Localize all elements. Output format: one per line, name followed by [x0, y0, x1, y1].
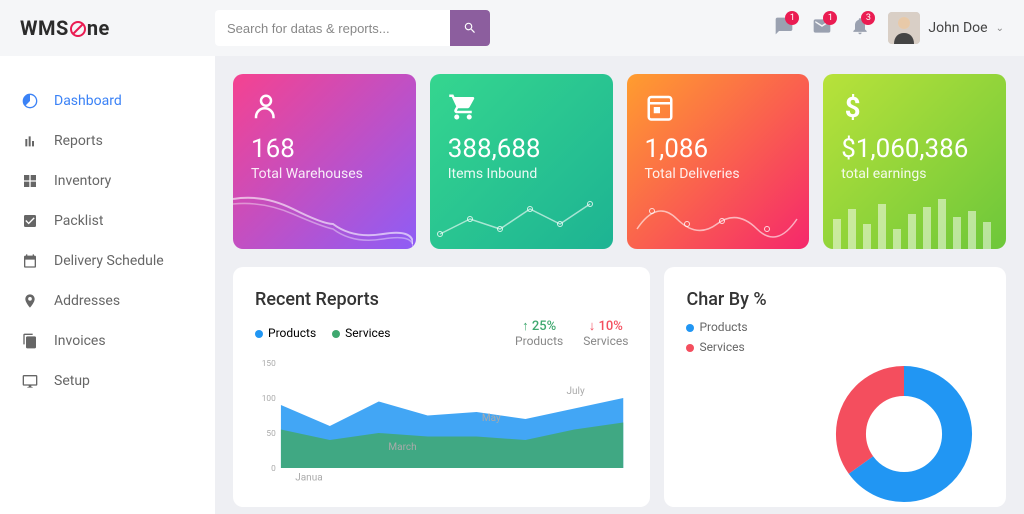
user-menu[interactable]: John Doe ⌄	[888, 12, 1004, 44]
panel-title: Recent Reports	[255, 289, 628, 310]
char-by-panel: Char By % Products Services	[664, 267, 1006, 507]
brand-logo: WMS ne	[20, 16, 215, 40]
sidebar-item-inventory[interactable]: Inventory	[0, 161, 215, 201]
sidebar: Dashboard Reports Inventory Packlist Del…	[0, 56, 215, 514]
sidebar-item-invoices[interactable]: Invoices	[0, 321, 215, 361]
brand-o-icon	[69, 20, 87, 38]
sidebar-item-label: Delivery Schedule	[54, 253, 164, 269]
sidebar-item-label: Inventory	[54, 173, 111, 189]
sidebar-item-delivery[interactable]: Delivery Schedule	[0, 241, 215, 281]
sparkline	[430, 189, 610, 249]
sidebar-item-label: Reports	[54, 133, 103, 149]
bar-sparkline	[823, 189, 1003, 249]
mail-button[interactable]: 1	[812, 16, 832, 40]
top-header: WMS ne 1 1 3 John Doe ⌄	[0, 0, 1024, 56]
panels: Recent Reports Products Services ↑ 25% P…	[233, 267, 1006, 507]
svg-text:50: 50	[266, 428, 276, 438]
legend-row: Products Services ↑ 25% Products ↓ 10% S…	[255, 318, 628, 348]
user-icon	[251, 92, 281, 122]
chat-button[interactable]: 1	[774, 16, 794, 40]
sidebar-item-label: Invoices	[54, 333, 106, 349]
stat-value: 168	[251, 134, 398, 164]
stat-warehouses[interactable]: 168 Total Warehouses	[233, 74, 416, 249]
recent-reports-panel: Recent Reports Products Services ↑ 25% P…	[233, 267, 650, 507]
chevron-down-icon: ⌄	[996, 23, 1004, 34]
sidebar-item-dashboard[interactable]: Dashboard	[0, 81, 215, 121]
main-content: 168 Total Warehouses 388,688 Items Inbou…	[215, 56, 1024, 514]
sidebar-item-addresses[interactable]: Addresses	[0, 281, 215, 321]
stat-label: Items Inbound	[448, 166, 595, 182]
stat-value: $1,060,386	[841, 134, 988, 164]
svg-text:150: 150	[262, 358, 276, 368]
stat-earnings[interactable]: $ $1,060,386 total earnings	[823, 74, 1006, 249]
bell-button[interactable]: 3	[850, 16, 870, 40]
donut-chart	[686, 364, 984, 504]
sidebar-item-label: Packlist	[54, 213, 103, 229]
metric-products: ↑ 25% Products	[515, 318, 563, 348]
search-input[interactable]	[215, 10, 450, 46]
sidebar-item-label: Dashboard	[54, 93, 122, 109]
copy-icon	[22, 333, 38, 349]
grid-icon	[22, 173, 38, 189]
search-icon	[463, 21, 477, 35]
bell-badge: 3	[861, 11, 875, 25]
svg-text:0: 0	[271, 463, 276, 473]
panel-title: Char By %	[686, 289, 984, 310]
calendar-icon	[22, 253, 38, 269]
legend-services: Services	[686, 340, 984, 354]
stat-label: total earnings	[841, 166, 988, 182]
sidebar-item-label: Addresses	[54, 293, 120, 309]
stat-label: Total Warehouses	[251, 166, 398, 182]
sidebar-item-label: Setup	[54, 373, 90, 389]
brand-part2: ne	[87, 16, 110, 40]
legend-services: Services	[332, 326, 390, 340]
stat-value: 1,086	[645, 134, 792, 164]
header-right: 1 1 3 John Doe ⌄	[774, 12, 1004, 44]
svg-text:100: 100	[262, 393, 276, 403]
mail-badge: 1	[823, 11, 837, 25]
sidebar-item-packlist[interactable]: Packlist	[0, 201, 215, 241]
chat-badge: 1	[785, 11, 799, 25]
search-button[interactable]	[450, 10, 490, 46]
cart-icon	[448, 92, 478, 122]
metric-services: ↓ 10% Services	[583, 318, 628, 348]
avatar	[888, 12, 920, 44]
stat-inbound[interactable]: 388,688 Items Inbound	[430, 74, 613, 249]
sparkline	[233, 189, 413, 249]
sparkline	[627, 189, 807, 249]
pin-icon	[22, 293, 38, 309]
search	[215, 10, 490, 46]
legend-products: Products	[255, 326, 316, 340]
sidebar-item-reports[interactable]: Reports	[0, 121, 215, 161]
user-name: John Doe	[928, 20, 987, 36]
stat-deliveries[interactable]: 1,086 Total Deliveries	[627, 74, 810, 249]
sidebar-item-setup[interactable]: Setup	[0, 361, 215, 401]
dollar-icon: $	[841, 92, 871, 122]
monitor-icon	[22, 373, 38, 389]
legend-products: Products	[686, 320, 984, 334]
stat-value: 388,688	[448, 134, 595, 164]
stat-cards: 168 Total Warehouses 388,688 Items Inbou…	[233, 74, 1006, 249]
stat-label: Total Deliveries	[645, 166, 792, 182]
calendar-check-icon	[645, 92, 675, 122]
bar-chart-icon	[22, 133, 38, 149]
dashboard-icon	[22, 93, 38, 109]
area-chart: 050100150 JanuaMarchMayJuly	[255, 358, 628, 501]
brand-part1: WMS	[20, 16, 69, 40]
svg-text:$: $	[845, 92, 861, 122]
check-square-icon	[22, 213, 38, 229]
